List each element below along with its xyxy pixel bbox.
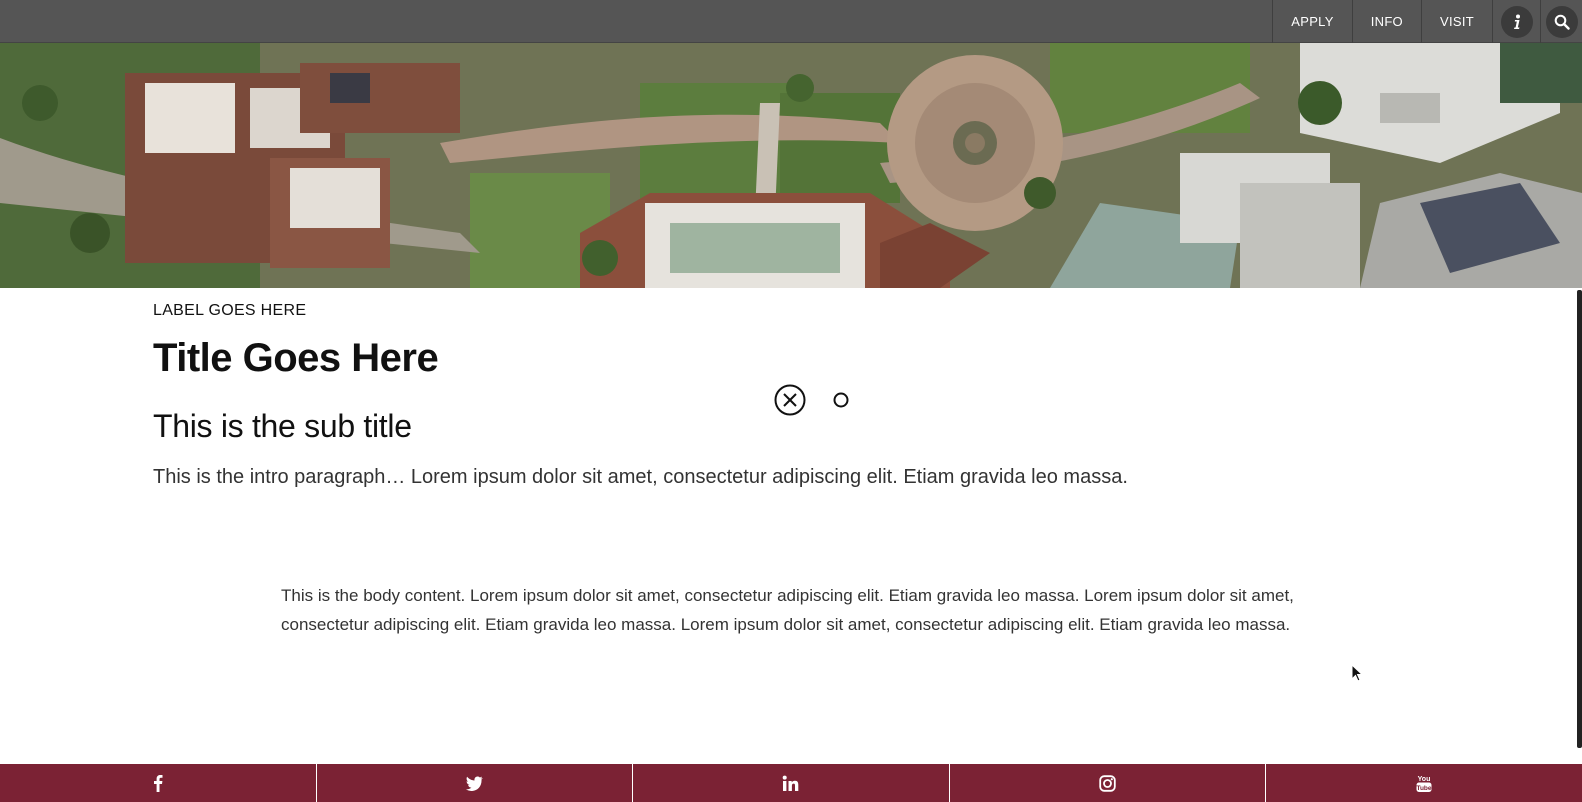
instagram-icon <box>1099 774 1116 792</box>
content-label: LABEL GOES HERE <box>153 302 307 319</box>
info-button[interactable] <box>1492 0 1540 43</box>
nav-link-visit[interactable]: VISIT <box>1420 0 1492 43</box>
linkedin-icon <box>783 775 799 791</box>
page-subtitle: This is the sub title <box>153 408 412 444</box>
scrollbar[interactable] <box>1577 290 1582 748</box>
info-icon <box>1500 5 1533 38</box>
instagram-link[interactable] <box>948 764 1266 802</box>
svg-text:You: You <box>1418 776 1431 783</box>
search-icon <box>1545 5 1578 38</box>
facebook-icon <box>153 775 163 792</box>
nav-link-apply[interactable]: APPLY <box>1272 0 1351 43</box>
mouse-cursor-icon <box>1351 663 1364 682</box>
intro-paragraph: This is the intro paragraph… Lorem ipsum… <box>153 466 1128 488</box>
twitter-icon <box>466 776 483 791</box>
nav-link-info[interactable]: INFO <box>1351 0 1421 43</box>
youtube-link[interactable]: You Tube <box>1265 764 1582 802</box>
twitter-link[interactable] <box>315 764 633 802</box>
body-content: This is the body content. Lorem ipsum do… <box>281 586 1294 634</box>
hero-image <box>0 43 1582 288</box>
social-bar: You Tube <box>0 764 1582 802</box>
close-circle-icon[interactable] <box>774 384 806 416</box>
ring-icon <box>833 392 849 408</box>
youtube-icon: You Tube <box>1417 776 1432 792</box>
search-button[interactable] <box>1540 0 1582 43</box>
top-nav: APPLY INFO VISIT <box>0 0 1582 43</box>
page-title: Title Goes Here <box>153 336 439 380</box>
top-nav-links: APPLY INFO VISIT <box>1272 0 1582 43</box>
svg-text:Tube: Tube <box>1417 785 1432 792</box>
facebook-link[interactable] <box>0 764 316 802</box>
linkedin-link[interactable] <box>632 764 949 802</box>
